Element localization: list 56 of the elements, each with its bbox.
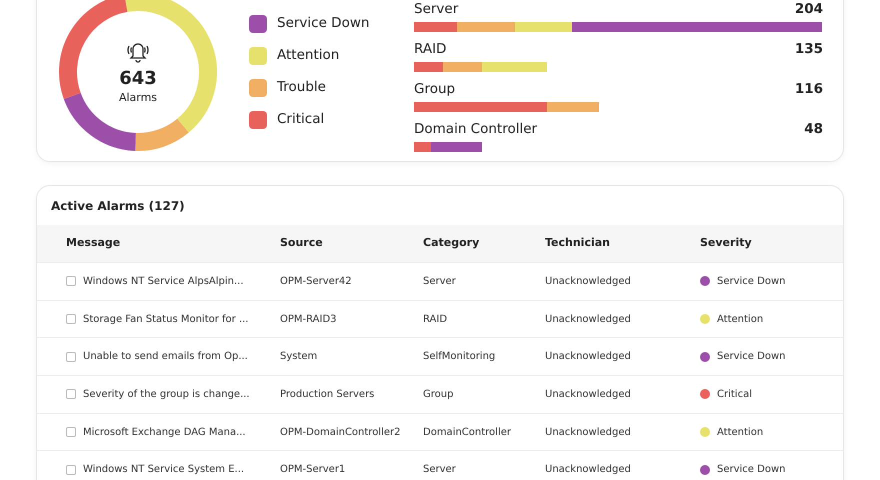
card-title: Active Alarms (127) [50, 198, 186, 215]
table-cell-text: Unacknowledged [545, 350, 632, 364]
category-name: RAID [414, 41, 446, 57]
table-cell-text: Service Down [717, 463, 786, 478]
category-name: Group [414, 81, 456, 97]
alarm-total: 643 [119, 68, 157, 90]
column-header: Severity [700, 235, 753, 252]
row-checkbox[interactable] [66, 314, 76, 324]
table-cell-text: Group [423, 388, 454, 402]
table-cell-text: Attention [717, 312, 764, 327]
table-cell-text: Server [423, 463, 457, 478]
table-cell-text: Service Down [717, 274, 786, 289]
table-cell-text: Unacknowledged [545, 388, 632, 402]
column-header: Technician [545, 235, 612, 252]
table-cell-text: Critical [717, 388, 752, 402]
table-cell-text: OPM-RAID3 [280, 312, 338, 327]
table-cell-text: Windows NT Service AlpsAlpin... [83, 274, 244, 289]
legend-label: Service Down [277, 14, 370, 34]
column-header: Message [65, 235, 122, 252]
category-count: 116 [794, 81, 823, 97]
row-checkbox[interactable] [66, 427, 76, 438]
table-cell-text: OPM-DomainController2 [280, 426, 402, 440]
table-cell-text: Unable to send emails from Op... [83, 350, 248, 364]
column-header: Category [423, 235, 480, 252]
table-cell-text: System [280, 350, 318, 364]
legend-label: Critical [277, 110, 324, 130]
table-cell-text: RAID [423, 312, 448, 327]
category-count: 48 [804, 121, 823, 137]
table-cell-text: Unacknowledged [545, 312, 632, 327]
table-cell-text: Severity of the group is change... [83, 388, 250, 402]
category-name: Server [414, 1, 458, 17]
row-checkbox[interactable] [66, 389, 76, 400]
table-cell-text: Microsoft Exchange DAG Mana... [83, 426, 246, 440]
row-checkbox[interactable] [66, 276, 76, 286]
table-cell-text: Service Down [717, 350, 786, 364]
legend-label: Attention [277, 46, 340, 66]
alarm-total-label: Alarms [118, 90, 158, 106]
table-cell-text: Unacknowledged [545, 463, 632, 478]
table-cell-text: OPM-Server42 [280, 274, 353, 289]
table-cell-text: DomainController [423, 426, 512, 440]
row-checkbox[interactable] [66, 464, 76, 475]
table-cell-text: Attention [717, 426, 764, 440]
table-cell-text: Storage Fan Status Monitor for ... [83, 312, 248, 327]
legend-label: Trouble [277, 78, 326, 98]
category-count: 135 [794, 41, 823, 57]
table-cell-text: OPM-Server1 [280, 463, 346, 478]
table-cell-text: Unacknowledged [545, 426, 632, 440]
category-count: 204 [794, 1, 823, 17]
table-cell-text: Windows NT Service System E... [83, 463, 244, 478]
column-header: Source [280, 235, 324, 252]
table-cell-text: SelfMonitoring [423, 350, 496, 364]
table-cell-text: Unacknowledged [545, 274, 632, 289]
category-name: Domain Controller [414, 121, 538, 137]
table-cell-text: Production Servers [280, 388, 376, 402]
table-cell-text: Server [423, 274, 457, 289]
row-checkbox[interactable] [66, 352, 76, 362]
